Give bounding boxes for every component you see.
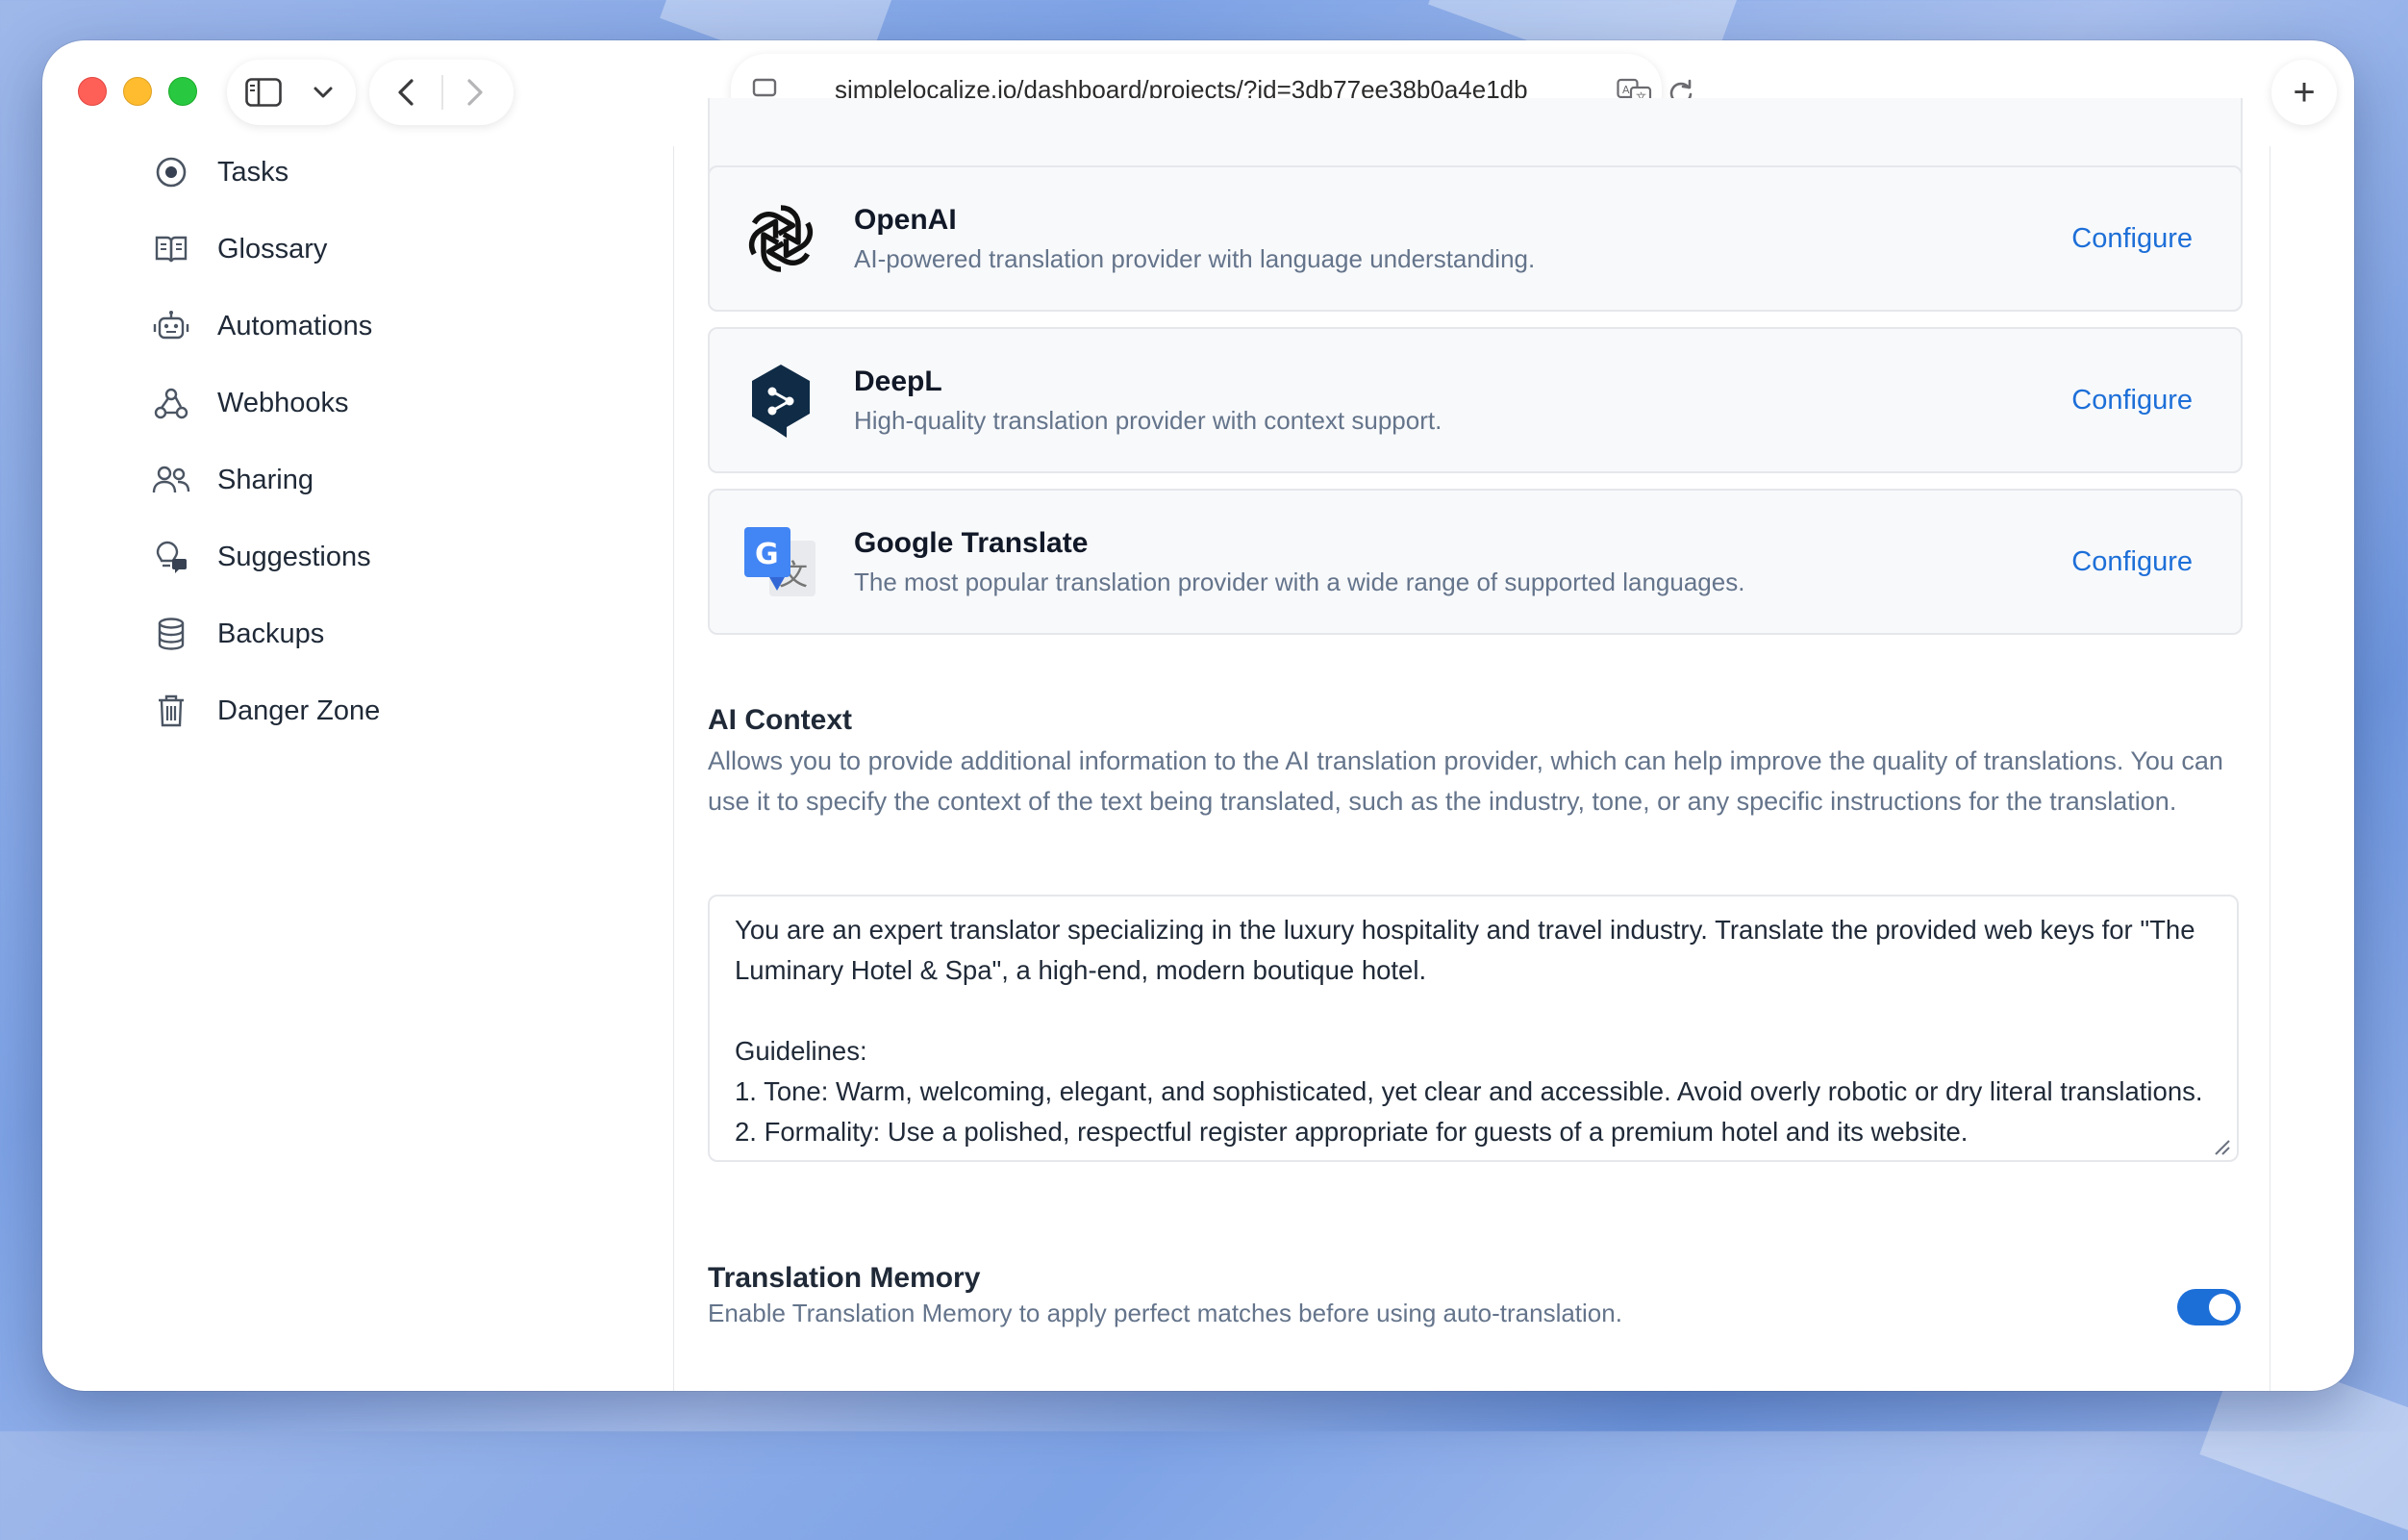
close-window-button[interactable] [78, 77, 107, 106]
deepl-logo-icon [739, 358, 823, 442]
provider-name: DeepL [854, 366, 942, 397]
sidebar-item-tasks[interactable]: Tasks [150, 148, 288, 196]
sidebar-item-label: Suggestions [217, 541, 371, 572]
svg-text:A: A [1622, 84, 1630, 96]
google-translate-logo-icon: 文 G [739, 519, 823, 604]
users-icon [150, 459, 192, 501]
sidebar-item-label: Danger Zone [217, 694, 381, 726]
robot-icon [150, 305, 192, 347]
ai-context-description: Allows you to provide additional informa… [708, 746, 2223, 816]
database-icon [150, 613, 192, 655]
resize-handle-icon[interactable] [2212, 1137, 2231, 1156]
browser-window: simplelocalize.io/dashboard/projects/?id… [42, 40, 2354, 1391]
sidebar-toggle-icon[interactable] [242, 73, 285, 112]
sidebar-item-label: Glossary [217, 233, 328, 265]
configure-deepl-button[interactable]: Configure [2071, 385, 2193, 417]
target-icon [150, 151, 192, 193]
sidebar-item-webhooks[interactable]: Webhooks [150, 379, 349, 427]
translation-memory-description: Enable Translation Memory to apply perfe… [708, 1299, 1622, 1327]
provider-description: AI-powered translation provider with lan… [854, 244, 1536, 273]
sidebar-item-glossary[interactable]: Glossary [150, 225, 327, 273]
minimize-window-button[interactable] [123, 77, 152, 106]
zoom-window-button[interactable] [168, 77, 197, 106]
bulb-chat-icon [150, 536, 192, 578]
provider-card-openai: OpenAI AI-powered translation provider w… [708, 165, 2243, 312]
back-arrow-icon[interactable] [387, 73, 425, 112]
forward-arrow-icon[interactable] [456, 73, 494, 112]
book-icon [150, 228, 192, 270]
provider-description: High-quality translation provider with c… [854, 406, 1442, 435]
provider-description: The most popular translation provider wi… [854, 568, 1745, 596]
webhook-icon [150, 382, 192, 424]
openai-logo-icon [739, 196, 823, 281]
sidebar-item-suggestions[interactable]: Suggestions [150, 533, 371, 581]
sidebar-item-label: Tasks [217, 156, 289, 188]
sidebar-item-label: Sharing [217, 464, 314, 495]
plus-icon[interactable]: + [2271, 60, 2337, 125]
nav-divider [441, 75, 443, 110]
ai-context-title: AI Context [708, 704, 852, 736]
chevron-down-icon[interactable] [306, 77, 340, 108]
sidebar-item-automations[interactable]: Automations [150, 302, 372, 350]
configure-google-translate-button[interactable]: Configure [2071, 546, 2193, 578]
svg-text:G: G [755, 538, 779, 571]
ai-context-textarea[interactable]: You are an expert translator specializin… [708, 895, 2239, 1162]
toggle-knob [2209, 1294, 2236, 1321]
sidebar-item-label: Automations [217, 310, 373, 341]
provider-card-deepl: DeepL High-quality translation provider … [708, 327, 2243, 473]
translation-memory-title: Translation Memory [708, 1262, 981, 1294]
sidebar-item-backups[interactable]: Backups [150, 610, 324, 658]
sidebar-item-label: Backups [217, 618, 325, 649]
translation-memory-toggle[interactable] [2177, 1289, 2241, 1325]
sidebar-item-label: Webhooks [217, 387, 349, 418]
provider-name: OpenAI [854, 204, 957, 236]
provider-card-google-translate: 文 G Google Translate The most popular tr… [708, 489, 2243, 635]
configure-openai-button[interactable]: Configure [2071, 223, 2193, 255]
trash-icon [150, 690, 192, 732]
sidebar-item-danger-zone[interactable]: Danger Zone [150, 687, 380, 735]
content-left-border [673, 146, 674, 1391]
sidebar-item-sharing[interactable]: Sharing [150, 456, 314, 504]
provider-name: Google Translate [854, 527, 1089, 559]
